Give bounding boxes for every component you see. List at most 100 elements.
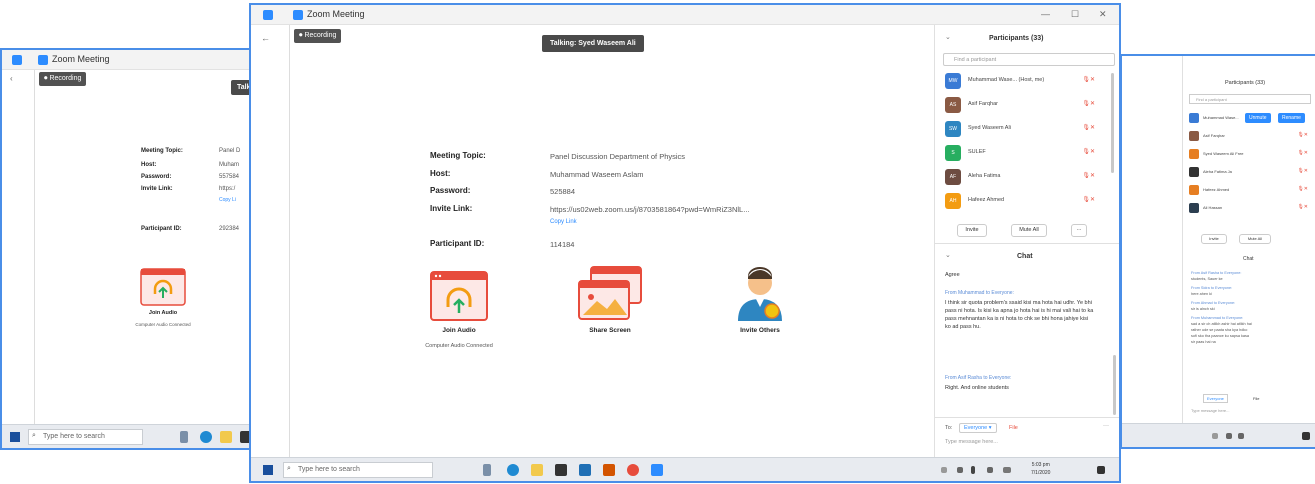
participant-row[interactable]: Syed Waseem Ali Free 🎙✕: [1183, 147, 1315, 163]
mic-muted-icon[interactable]: 🎙︎✕: [1082, 148, 1095, 155]
minimize-icon[interactable]: —: [1041, 9, 1050, 19]
windows-start-icon[interactable]: [263, 465, 273, 475]
participant-row[interactable]: AH Hafeez Ahmed 🎙︎✕: [935, 190, 1115, 212]
participant-search[interactable]: Find a participant: [1189, 94, 1311, 104]
notification-icon[interactable]: [1097, 466, 1105, 474]
chat-file-button[interactable]: File: [1009, 425, 1018, 431]
network-icon[interactable]: [1226, 433, 1232, 439]
chat-line: students, Sauer ke: [1191, 277, 1223, 281]
taskbar-search[interactable]: Type here to search: [28, 429, 143, 445]
password-label: Password:: [430, 186, 471, 195]
paint-icon[interactable]: [603, 464, 615, 476]
meeting-area: ⏺ Recording Talking: Syed Waseem Ali Mee…: [289, 25, 934, 461]
invite-button[interactable]: Invite: [957, 224, 987, 237]
participant-row[interactable]: SW Syed Waseem Ali 🎙︎✕: [935, 118, 1115, 140]
windows-start-icon[interactable]: [10, 432, 20, 442]
mail-icon[interactable]: [579, 464, 591, 476]
store-icon[interactable]: [555, 464, 567, 476]
copy-link[interactable]: Copy Li: [219, 197, 236, 203]
system-tray-icon[interactable]: [1212, 433, 1218, 439]
notification-icon[interactable]: [1302, 432, 1310, 440]
main-zoom-window: Zoom Meeting — ☐ ✕ ← ⏺ Recording Talking…: [249, 3, 1121, 483]
task-view-icon[interactable]: [180, 431, 188, 443]
taskbar-clock[interactable]: 5:03 pm 7/1/2020: [1031, 461, 1050, 477]
participant-row[interactable]: MW Muhammad Wase... (Host, me) 🎙︎✕: [935, 70, 1115, 92]
recording-indicator[interactable]: ⏺ Recording: [39, 72, 87, 86]
chevron-down-icon: ▾: [988, 425, 992, 431]
mic-muted-icon[interactable]: 🎙✕: [1297, 150, 1308, 156]
share-screen-button[interactable]: [577, 265, 643, 321]
participant-id-value: 292384: [219, 226, 240, 232]
mic-muted-icon[interactable]: 🎙︎✕: [1082, 76, 1095, 83]
chat-more-icon[interactable]: ···: [1103, 423, 1109, 429]
password-label: Password:: [141, 174, 172, 180]
chrome-icon[interactable]: [627, 464, 639, 476]
participants-scrollbar[interactable]: [1111, 73, 1114, 173]
participant-row[interactable]: Asif Farqhar 🎙✕: [1183, 129, 1315, 145]
mute-all-button[interactable]: Mute All: [1239, 234, 1271, 244]
window-title: Zoom Meeting: [52, 54, 110, 64]
back-arrow-icon[interactable]: ‹: [10, 74, 13, 83]
unmute-button[interactable]: Unmute: [1245, 113, 1271, 123]
invite-link-value[interactable]: https://us02web.zoom.us/j/8703581864?pwd…: [550, 205, 749, 214]
search-placeholder: Type here to search: [43, 433, 105, 440]
join-audio-button[interactable]: [430, 271, 488, 321]
invite-link-value[interactable]: https:/: [219, 186, 235, 192]
chat-file-button[interactable]: File: [1253, 396, 1259, 401]
language-icon[interactable]: [1003, 467, 1011, 473]
invite-button[interactable]: Invite: [1201, 234, 1227, 244]
mic-muted-icon[interactable]: 🎙︎✕: [1082, 196, 1095, 203]
collapse-icon[interactable]: ⌄: [945, 33, 951, 41]
mic-muted-icon[interactable]: 🎙✕: [1297, 132, 1308, 138]
battery-icon[interactable]: [971, 466, 975, 474]
taskbar-search[interactable]: Type here to search: [283, 462, 433, 478]
zoom-app-icon: [263, 10, 273, 20]
edge-icon[interactable]: [200, 431, 212, 443]
mic-muted-icon[interactable]: 🎙✕: [1297, 168, 1308, 174]
chat-input[interactable]: Type message here...: [1191, 408, 1229, 413]
mic-muted-icon[interactable]: 🎙︎✕: [1082, 124, 1095, 131]
participant-row[interactable]: Ali Hassan 🎙✕: [1183, 201, 1315, 217]
join-audio-button[interactable]: [140, 268, 186, 306]
edge-icon[interactable]: [507, 464, 519, 476]
rename-button[interactable]: Rename: [1278, 113, 1305, 123]
recording-indicator[interactable]: ⏺ Recording: [294, 29, 342, 43]
maximize-icon[interactable]: ☐: [1071, 9, 1079, 20]
participant-row[interactable]: S SULEF 🎙︎✕: [935, 142, 1115, 164]
participant-row[interactable]: Muhammad Wase... Unmute Rename: [1183, 111, 1315, 127]
participant-name: Asif Farqhar: [1203, 133, 1225, 138]
right-participants-panel: Participants (33) Find a participant Muh…: [1182, 56, 1315, 426]
network-icon[interactable]: [957, 467, 963, 473]
participant-search[interactable]: Find a participant: [943, 53, 1115, 66]
chat-scrollbar[interactable]: [1113, 355, 1116, 415]
participant-row[interactable]: Hafeez Ahmed 🎙✕: [1183, 183, 1315, 199]
volume-icon[interactable]: [1238, 433, 1244, 439]
participant-list: MW Muhammad Wase... (Host, me) 🎙︎✕ AS As…: [935, 70, 1115, 220]
chat-to-select[interactable]: Everyone ▾: [959, 423, 997, 433]
chat-input[interactable]: Type message here...: [945, 439, 998, 445]
participant-row[interactable]: AS Asif Farqhar 🎙︎✕: [935, 94, 1115, 116]
copy-link[interactable]: Copy Link: [550, 219, 577, 225]
mic-muted-icon[interactable]: 🎙︎✕: [1082, 100, 1095, 107]
tray-chevron-icon[interactable]: [941, 467, 947, 473]
chat-collapse-icon[interactable]: ⌄: [945, 251, 951, 259]
close-icon[interactable]: ✕: [1099, 9, 1107, 20]
mute-all-button[interactable]: Mute All: [1011, 224, 1047, 237]
mic-muted-icon[interactable]: 🎙✕: [1297, 204, 1308, 210]
more-button[interactable]: ...: [1071, 224, 1087, 237]
volume-icon[interactable]: [987, 467, 993, 473]
participant-row[interactable]: Aleha Fatima Ja 🎙✕: [1183, 165, 1315, 181]
participant-name: Hafeez Ahmed: [968, 197, 1005, 203]
invite-others-button[interactable]: [734, 265, 786, 323]
zoom-taskbar-icon[interactable]: [651, 464, 663, 476]
participant-name: Ali Hassan: [1203, 205, 1223, 210]
chat-message: I think sir quota problem's ssaid kisi m…: [945, 300, 1094, 330]
task-view-icon[interactable]: [483, 464, 491, 476]
explorer-icon[interactable]: [220, 431, 232, 443]
back-arrow-icon[interactable]: ←: [261, 33, 270, 43]
mic-muted-icon[interactable]: 🎙✕: [1297, 186, 1308, 192]
chat-to-select[interactable]: Everyone: [1203, 394, 1228, 403]
participant-row[interactable]: AF Aleha Fatima 🎙︎✕: [935, 166, 1115, 188]
mic-muted-icon[interactable]: 🎙︎✕: [1082, 172, 1095, 179]
explorer-icon[interactable]: [531, 464, 543, 476]
